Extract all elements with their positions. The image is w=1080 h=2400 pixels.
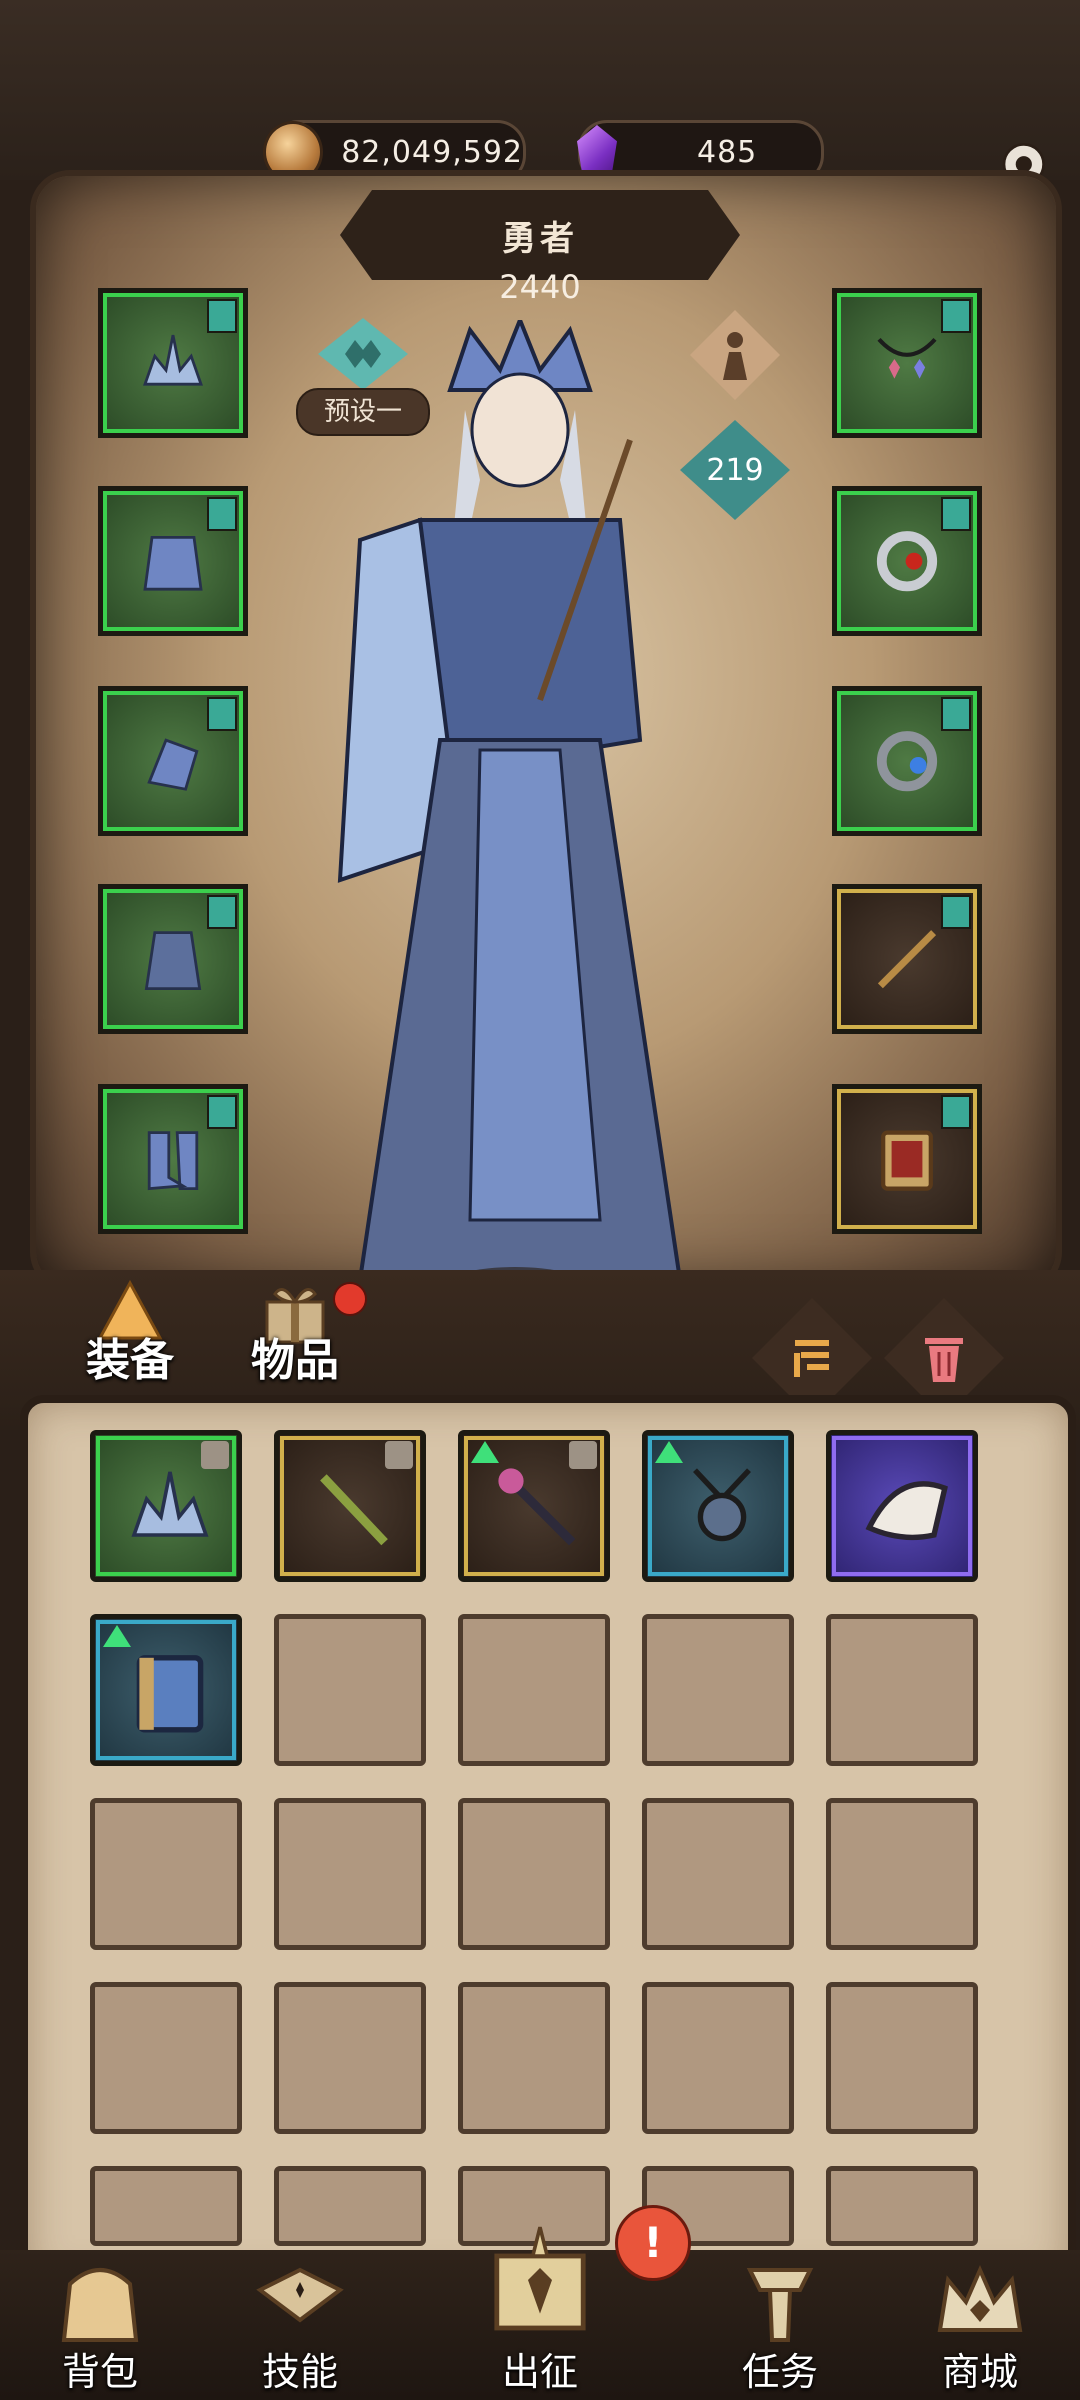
tome-icon <box>136 1655 204 1733</box>
equip-slot-gloves[interactable] <box>98 686 248 836</box>
staff-icon <box>320 1474 388 1546</box>
inventory-slot-empty[interactable] <box>274 2166 426 2246</box>
top-bar <box>0 0 1080 180</box>
cloak-icon <box>143 535 203 591</box>
inventory-slot-empty[interactable] <box>458 1798 610 1950</box>
gold-amount: 82,049,592 <box>341 134 523 170</box>
inventory-slot-empty[interactable] <box>826 1982 978 2134</box>
nav-skills[interactable]: 技能 <box>210 2250 390 2400</box>
nav-quests-label: 任务 <box>741 2350 818 2394</box>
inventory-slot-empty[interactable] <box>90 1798 242 1950</box>
inventory-item-shell[interactable] <box>826 1430 978 1582</box>
inventory-item-wand[interactable] <box>458 1430 610 1582</box>
gauntlet-icon <box>147 738 199 791</box>
inventory-slot-empty[interactable] <box>90 2166 242 2246</box>
inventory-slot-empty[interactable] <box>642 1982 794 2134</box>
equipped-tag-icon <box>941 299 971 333</box>
upgrade-arrow-icon <box>103 1625 131 1647</box>
inventory-slot-empty[interactable] <box>90 1982 242 2134</box>
inventory-slot-empty[interactable] <box>274 1982 426 2134</box>
equipped-tag-icon <box>941 895 971 929</box>
equip-slot-weapon[interactable] <box>832 884 982 1034</box>
inventory-slot-empty[interactable] <box>642 1614 794 1766</box>
upgrade-arrow-icon <box>655 1441 683 1463</box>
nav-quests[interactable]: 任务 <box>690 2250 870 2400</box>
greaves-icon <box>144 930 202 990</box>
staff-icon <box>877 929 937 989</box>
crown-helmet-icon <box>131 1471 209 1537</box>
inventory-slot-empty[interactable] <box>826 2166 978 2246</box>
horn-shell-icon <box>865 1481 948 1541</box>
nav-expedition-label: 出征 <box>501 2350 578 2394</box>
gem-amount: 485 <box>697 134 758 170</box>
equip-slot-ring-1[interactable] <box>832 486 982 636</box>
hero-character-art <box>337 320 683 1303</box>
inventory-item-helmet[interactable] <box>90 1430 242 1582</box>
equip-slot-necklace[interactable] <box>832 288 982 438</box>
expedition-alert-badge: ! <box>615 2205 691 2281</box>
equipped-tag-icon <box>941 1095 971 1129</box>
inventory-slot-empty[interactable] <box>458 1614 610 1766</box>
inventory-item-staff[interactable] <box>274 1430 426 1582</box>
backpack-icon <box>61 2268 139 2342</box>
skill-book-icon <box>256 2267 344 2323</box>
hero-power: 2440 <box>499 268 581 306</box>
sort-list-icon <box>794 1340 829 1377</box>
boots-icon <box>147 1130 199 1190</box>
bottom-nav: 背包 技能 出征 任务 商城 <box>0 2226 1080 2400</box>
ring-blue-icon <box>876 730 938 792</box>
equipped-tag-icon <box>207 697 237 731</box>
inventory-slot-empty[interactable] <box>826 1614 978 1766</box>
items-notification-dot <box>333 1282 367 1316</box>
equipped-tag-icon <box>207 497 237 531</box>
nav-shop[interactable]: 商城 <box>890 2250 1070 2400</box>
spellbook-icon <box>881 1130 933 1191</box>
hero-title-banner: 勇者 <box>340 190 740 280</box>
equip-slot-offhand[interactable] <box>832 1084 982 1234</box>
shop-crown-icon <box>937 2265 1023 2332</box>
inventory-slot-empty[interactable] <box>826 1798 978 1950</box>
nav-bag[interactable]: 背包 <box>10 2250 190 2400</box>
upgrade-arrow-icon <box>471 1441 499 1463</box>
inventory-item-amulet[interactable] <box>642 1430 794 1582</box>
tab-items-label: 物品 <box>251 1335 339 1386</box>
equipped-tag-icon <box>941 497 971 531</box>
inventory-slot-empty[interactable] <box>458 1982 610 2134</box>
nav-shop-label: 商城 <box>941 2350 1018 2394</box>
equip-slot-ring-2[interactable] <box>832 686 982 836</box>
nav-expedition[interactable]: 出征 <box>450 2226 630 2400</box>
inventory-slot-empty[interactable] <box>274 1798 426 1950</box>
tab-equipment[interactable]: 装备 <box>55 1278 205 1388</box>
inventory-item-tome[interactable] <box>90 1614 242 1766</box>
equip-slot-helmet[interactable] <box>98 288 248 438</box>
inventory-slot-empty[interactable] <box>642 1798 794 1950</box>
expedition-map-icon <box>494 2226 586 2331</box>
equipped-tag-icon <box>207 299 237 333</box>
equip-slot-cloak[interactable] <box>98 486 248 636</box>
equipped-tag-icon <box>207 1095 237 1129</box>
hero-title: 勇者 <box>502 218 578 259</box>
nav-bag-label: 背包 <box>61 2350 138 2394</box>
tab-equipment-label: 装备 <box>86 1335 174 1386</box>
equipped-tag-icon <box>941 697 971 731</box>
inventory-slot-empty[interactable] <box>274 1614 426 1766</box>
equip-slot-boots[interactable] <box>98 1084 248 1234</box>
ring-red-icon <box>876 530 938 592</box>
necklace-icon <box>877 337 937 379</box>
wand-icon <box>498 1468 576 1546</box>
trash-can-icon <box>925 1338 963 1382</box>
crown-helmet-icon <box>143 334 203 386</box>
quest-horn-icon <box>746 2268 814 2342</box>
equipped-tag-icon <box>207 895 237 929</box>
equip-slot-legs[interactable] <box>98 884 248 1034</box>
amulet-icon <box>693 1468 751 1542</box>
nav-skills-label: 技能 <box>261 2350 338 2394</box>
